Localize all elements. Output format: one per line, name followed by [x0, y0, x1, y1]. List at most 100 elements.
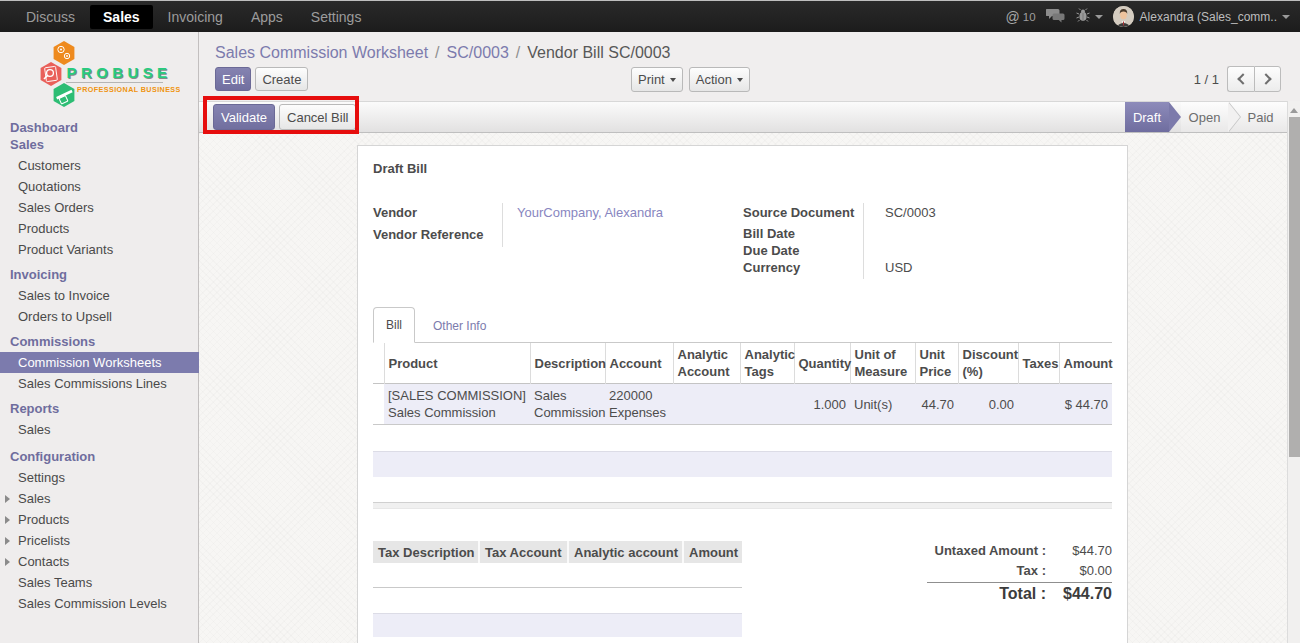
- cell-quantity: 1.000: [794, 384, 850, 425]
- sidebar-item-pricelists[interactable]: Pricelists: [0, 530, 198, 551]
- taxes-and-totals: Tax Description Tax Account Analytic acc…: [373, 541, 1112, 637]
- user-menu[interactable]: Alexandra (Sales_comm..: [1108, 1, 1295, 32]
- sidebar-section-invoicing: Invoicing: [0, 264, 198, 285]
- caret-right-icon: [5, 558, 10, 566]
- breadcrumb-sc0003[interactable]: SC/0003: [447, 44, 509, 61]
- invoice-line-row[interactable]: [SALES COMMISSION] Sales Commission Sale…: [373, 384, 1112, 425]
- action-button[interactable]: Action: [689, 67, 750, 92]
- sidebar-item-sales-teams[interactable]: Sales Teams: [0, 572, 198, 593]
- column-analytic-tags[interactable]: Analytic Tags: [740, 343, 794, 384]
- sidebar-item-sales-root[interactable]: Sales: [0, 136, 198, 153]
- sidebar-item-product-variants[interactable]: Product Variants: [0, 239, 198, 260]
- print-button[interactable]: Print: [631, 67, 683, 92]
- sidebar-item-sales-commissions-lines[interactable]: Sales Commissions Lines: [0, 373, 198, 394]
- breadcrumb-worksheet[interactable]: Sales Commission Worksheet: [215, 44, 428, 61]
- right-field-group: Source Document SC/0003 Bill Date Due Da…: [743, 203, 1112, 279]
- sidebar-item-sales-to-invoice[interactable]: Sales to Invoice: [0, 285, 198, 306]
- mentions-button[interactable]: @ 10: [1001, 1, 1041, 32]
- cell-amount: $ 44.70: [1059, 384, 1112, 425]
- empty-stripe: [373, 451, 1112, 477]
- column-amount[interactable]: Amount: [1059, 343, 1112, 384]
- vendor-value-link[interactable]: YourCompany, Alexandra: [517, 205, 663, 220]
- svg-text:PROFESSIONAL BUSINESS: PROFESSIONAL BUSINESS: [77, 85, 180, 94]
- sidebar-item-label: Pricelists: [18, 533, 70, 548]
- sidebar-item-dashboard[interactable]: Dashboard: [0, 119, 198, 136]
- caret-down-icon: [1282, 15, 1290, 19]
- sidebar-item-contacts[interactable]: Contacts: [0, 551, 198, 572]
- vendor-reference-value: [503, 225, 517, 247]
- column-taxes[interactable]: Taxes: [1018, 343, 1059, 384]
- scrollbar-thumb[interactable]: [1289, 117, 1300, 457]
- column-unit-price[interactable]: Unit Price: [915, 343, 958, 384]
- sidebar-item-customers[interactable]: Customers: [0, 155, 198, 176]
- sidebar-item-orders-to-upsell[interactable]: Orders to Upsell: [0, 306, 198, 327]
- edit-button[interactable]: Edit: [215, 67, 251, 91]
- sidebar-item-commission-worksheets[interactable]: Commission Worksheets: [0, 352, 199, 373]
- sidebar-item-sales-commission-levels[interactable]: Sales Commission Levels: [0, 593, 198, 614]
- sidebar-item-products[interactable]: Products: [0, 218, 198, 239]
- sidebar-item-sales-orders[interactable]: Sales Orders: [0, 197, 198, 218]
- tax-value: $0.00: [1046, 563, 1112, 578]
- column-tax-amount[interactable]: Amount: [683, 541, 742, 563]
- tax-header-row: Tax Description Tax Account Analytic acc…: [373, 541, 742, 563]
- menu-invoicing[interactable]: Invoicing: [155, 5, 236, 29]
- empty-stripe: [373, 613, 742, 637]
- empty-stripe: [373, 477, 1112, 502]
- row-handle: [373, 384, 384, 425]
- sidebar-item-reports-sales[interactable]: Sales: [0, 419, 198, 440]
- sidebar-item-config-products[interactable]: Products: [0, 509, 198, 530]
- source-document-label: Source Document: [743, 203, 864, 224]
- caret-right-icon: [5, 495, 10, 503]
- spacer: [373, 509, 1112, 541]
- status-label: Paid: [1247, 110, 1273, 125]
- column-description[interactable]: Description: [530, 343, 605, 384]
- sidebar-item-settings[interactable]: Settings: [0, 467, 198, 488]
- cell-uom: Unit(s): [850, 384, 915, 425]
- column-analytic-account[interactable]: Analytic account: [568, 541, 683, 563]
- status-separator: [1228, 102, 1240, 132]
- pager-next-button[interactable]: [1254, 66, 1281, 92]
- tab-bill[interactable]: Bill: [373, 307, 415, 343]
- sidebar-section-commissions: Commissions: [0, 331, 198, 352]
- sidebar-item-label: Products: [18, 512, 69, 527]
- column-unit-of-measure[interactable]: Unit of Measure: [850, 343, 915, 384]
- menu-settings[interactable]: Settings: [298, 5, 375, 29]
- chevron-right-icon: [1260, 73, 1271, 84]
- column-analytic-account[interactable]: Analytic Account: [673, 343, 740, 384]
- create-button[interactable]: Create: [255, 67, 308, 91]
- column-tax-account[interactable]: Tax Account: [479, 541, 568, 563]
- debug-menu-button[interactable]: [1071, 1, 1108, 32]
- section-divider: [373, 502, 1112, 509]
- sidebar-item-config-sales[interactable]: Sales: [0, 488, 198, 509]
- cell-description: Sales Commission: [530, 384, 605, 425]
- currency-label: Currency: [743, 258, 864, 279]
- vertical-scrollbar[interactable]: [1287, 101, 1300, 643]
- status-open[interactable]: Open: [1181, 102, 1228, 132]
- menu-apps[interactable]: Apps: [238, 5, 296, 29]
- menu-discuss[interactable]: Discuss: [13, 5, 88, 29]
- column-product[interactable]: Product: [384, 343, 530, 384]
- column-tax-description[interactable]: Tax Description: [373, 541, 479, 563]
- pager-previous-button[interactable]: [1227, 66, 1254, 92]
- bill-date-label: Bill Date: [743, 224, 864, 241]
- due-date-label: Due Date: [743, 241, 864, 258]
- validate-button[interactable]: Validate: [213, 104, 275, 130]
- caret-down-icon: [670, 78, 676, 82]
- column-discount[interactable]: Discount (%): [958, 343, 1018, 384]
- tax-empty-row: [373, 563, 742, 588]
- chevron-left-icon: [1237, 73, 1248, 84]
- status-arrow: [1169, 102, 1181, 132]
- column-quantity[interactable]: Quantity: [794, 343, 850, 384]
- scrollbar-up-button[interactable]: [1288, 104, 1300, 116]
- sidebar-item-quotations[interactable]: Quotations: [0, 176, 198, 197]
- chat-icon: [1046, 8, 1066, 26]
- column-account[interactable]: Account: [605, 343, 673, 384]
- untaxed-amount-label: Untaxed Amount :: [927, 543, 1046, 558]
- cancel-bill-button[interactable]: Cancel Bill: [279, 104, 356, 130]
- cell-product: [SALES COMMISSION] Sales Commission: [384, 384, 530, 425]
- status-draft[interactable]: Draft: [1125, 102, 1169, 132]
- messages-button[interactable]: [1041, 1, 1071, 32]
- tab-other-info[interactable]: Other Info: [415, 309, 504, 343]
- menu-sales[interactable]: Sales: [90, 5, 153, 29]
- lines-header-row: Product Description Account Analytic Acc…: [373, 343, 1112, 384]
